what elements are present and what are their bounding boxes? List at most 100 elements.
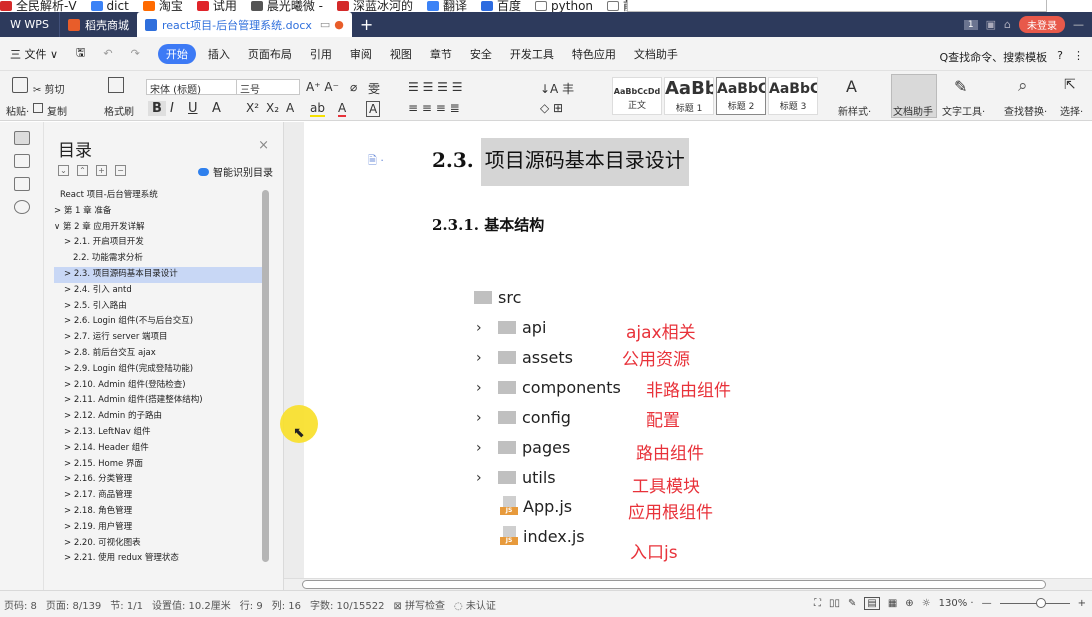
outline-view-icon[interactable]: ▦ (888, 598, 897, 609)
bookmark-item[interactable]: 试用 (196, 0, 237, 12)
toc-item[interactable]: > 2.18. 角色管理 (54, 504, 264, 520)
tab-security[interactable]: 安全 (470, 46, 492, 62)
toc-item[interactable]: > 2.6. Login 组件(不与后台交互) (54, 314, 264, 330)
copy-button[interactable]: 复制 (47, 103, 67, 118)
format-painter-icon[interactable] (108, 77, 124, 93)
bold-button[interactable]: B (148, 101, 166, 116)
style-heading-2[interactable]: AaBbC 标题 2 (716, 77, 766, 115)
paragraph-marker-icon[interactable]: 🗎 · (368, 152, 384, 171)
underline-button[interactable]: U (188, 101, 198, 116)
copy-icon[interactable] (33, 103, 43, 113)
bookmark-item[interactable]: 翻译 (427, 0, 467, 12)
toc-item[interactable]: > 2.13. LeftNav 组件 (54, 425, 264, 441)
highlight-button[interactable]: ab (310, 101, 325, 117)
toc-item[interactable]: > 第 1 章 准备 (54, 204, 264, 220)
smart-toc-button[interactable]: 智能识别目录 (198, 164, 273, 179)
sort-icon[interactable]: ↓A 丰 (540, 80, 574, 97)
bookmark-item[interactable]: 淘宝 (142, 0, 183, 12)
pin-icon[interactable]: ▭ (320, 18, 330, 31)
tab-doc-assistant[interactable]: 文档助手 (634, 46, 678, 62)
toc-item[interactable]: > 2.11. Admin 组件(搭建整体结构) (54, 393, 264, 409)
status-words[interactable]: 字数: 10/15522 (310, 597, 384, 612)
toc-item-selected[interactable]: > 2.3. 项目源码基本目录设计 (54, 266, 264, 283)
read-mode-icon[interactable]: ▯▯ (829, 598, 840, 609)
text-tool-icon[interactable]: ✎ (954, 77, 967, 96)
paste-icon[interactable] (12, 77, 28, 93)
wps-home-tab[interactable]: W WPS (0, 12, 60, 37)
page-view-icon[interactable]: ▤ (864, 597, 880, 610)
tab-references[interactable]: 引用 (310, 46, 332, 62)
style-normal[interactable]: AaBbCcDd 正文 (612, 77, 662, 115)
toc-item[interactable]: > 2.4. 引入 antd (54, 283, 264, 299)
page-panel-icon[interactable] (14, 154, 30, 168)
login-button[interactable]: 未登录 (1019, 16, 1065, 33)
tab-developer[interactable]: 开发工具 (510, 46, 554, 62)
auth-status[interactable]: ◌ 未认证 (454, 597, 496, 612)
shading-icon[interactable]: ◇ ⊞ (540, 101, 563, 115)
text-tool-button[interactable]: 文字工具· (942, 103, 985, 118)
eye-protect-icon[interactable]: ☼ (922, 598, 931, 609)
edit-mode-icon[interactable]: ✎ (848, 598, 856, 609)
tab-start[interactable]: 开始 (157, 43, 196, 64)
skin-icon[interactable]: ▣ (986, 18, 996, 31)
toc-item[interactable]: > 2.7. 运行 server 端项目 (54, 330, 264, 346)
address-bar-fragment[interactable] (627, 0, 1047, 12)
minimize-icon[interactable]: — (1073, 18, 1084, 31)
new-style-button[interactable]: 新样式· (838, 103, 871, 118)
tab-features[interactable]: 特色应用 (572, 46, 616, 62)
zoom-slider-knob[interactable] (1035, 598, 1046, 608)
redo-icon[interactable]: ↷ (131, 47, 140, 60)
zoom-select[interactable]: 130% · (939, 598, 974, 609)
font-color-button[interactable]: A (338, 101, 347, 117)
paste-button[interactable]: 粘贴· (6, 103, 29, 118)
select-button[interactable]: 选择· (1060, 103, 1083, 118)
find-replace-button[interactable]: 查找替换· (1004, 103, 1047, 118)
status-page[interactable]: 页面: 8/139 (46, 597, 101, 612)
grow-font-icon[interactable]: A⁺ A⁻ (306, 80, 339, 94)
toc-item[interactable]: > 2.15. Home 界面 (54, 457, 264, 473)
remove-level-icon[interactable]: − (115, 165, 126, 176)
find-icon[interactable]: ⌕ (1018, 76, 1028, 96)
shirt-icon[interactable]: ⌂ (1004, 18, 1011, 31)
tab-document[interactable]: react项目-后台管理系统.docx ▭ ● (137, 12, 352, 37)
cut-button[interactable]: ✂ 剪切 (33, 81, 65, 96)
toc-item[interactable]: ∨ 第 2 章 应用开发详解 (54, 220, 264, 236)
expand-all-icon[interactable]: ⌃ (77, 165, 88, 176)
clear-format-icon[interactable]: ⌀ (350, 80, 357, 94)
toc-scrollbar[interactable] (262, 190, 269, 562)
tab-review[interactable]: 审阅 (350, 46, 372, 62)
zoom-slider[interactable] (999, 598, 1070, 608)
status-page-num[interactable]: 页码: 8 (4, 597, 37, 612)
style-heading-3[interactable]: AaBbC 标题 3 (768, 77, 818, 115)
bookmark-item[interactable]: 百度 (481, 0, 521, 12)
menu-file[interactable]: 三 文件 ∨ (10, 46, 58, 62)
bookmark-item[interactable]: python (535, 0, 593, 12)
toc-item[interactable]: > 2.17. 商品管理 (54, 488, 264, 504)
search-panel-icon[interactable] (14, 200, 30, 214)
add-level-icon[interactable]: + (96, 165, 107, 176)
close-icon[interactable]: × (258, 138, 269, 153)
toc-item[interactable]: > 2.8. 前后台交互 ajax (54, 346, 264, 362)
toc-panel-icon[interactable] (14, 131, 30, 145)
align-icon[interactable]: ≡ ≡ ≡ ≣ (408, 101, 460, 115)
toc-item[interactable]: > 2.12. Admin 的子路由 (54, 409, 264, 425)
scrollbar-thumb[interactable] (302, 580, 1046, 589)
bookmark-item[interactable]: 全民解析-V (0, 0, 77, 12)
subscript-button[interactable]: X₂ (266, 101, 279, 115)
toc-item[interactable]: > 2.20. 可视化图表 (54, 536, 264, 552)
toc-item[interactable]: > 2.16. 分类管理 (54, 472, 264, 488)
tab-view[interactable]: 视图 (390, 46, 412, 62)
italic-button[interactable]: I (170, 101, 174, 116)
tab-page-layout[interactable]: 页面布局 (248, 46, 292, 62)
zoom-out-button[interactable]: — (982, 598, 992, 609)
tab-docer-store[interactable]: 稻壳商城 (60, 12, 137, 37)
web-view-icon[interactable]: ⊕ (905, 598, 913, 609)
fullscreen-icon[interactable]: ⛶ (814, 598, 821, 609)
cursor-select-icon[interactable]: ⇱ (1064, 77, 1076, 93)
toc-item[interactable]: > 2.9. Login 组件(完成登陆功能) (54, 362, 264, 378)
pinyin-icon[interactable]: 雯 (368, 80, 380, 97)
bookmark-item[interactable]: 晨光曦微 - (250, 0, 323, 12)
toc-item[interactable]: > 2.14. Header 组件 (54, 441, 264, 457)
command-search[interactable]: Q查找命令、搜索模板 (939, 49, 1047, 65)
toc-item[interactable]: > 2.5. 引入路由 (54, 299, 264, 315)
